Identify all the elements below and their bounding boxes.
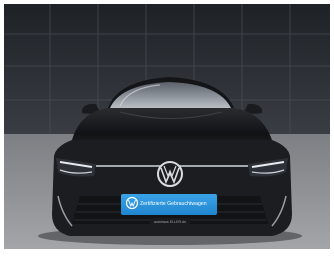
car-front-view: Zertifizierte Gebrauchtwagen autohaus EL… — [0, 0, 334, 253]
vw-logo — [157, 161, 183, 187]
dealer-plate: Zertifizierte Gebrauchtwagen — [121, 194, 217, 215]
car-photo: Zertifizierte Gebrauchtwagen autohaus EL… — [0, 0, 334, 253]
plate-subtext: autohaus ELLER.de — [154, 220, 186, 224]
plate-text: Zertifizierte Gebrauchtwagen — [140, 201, 207, 207]
